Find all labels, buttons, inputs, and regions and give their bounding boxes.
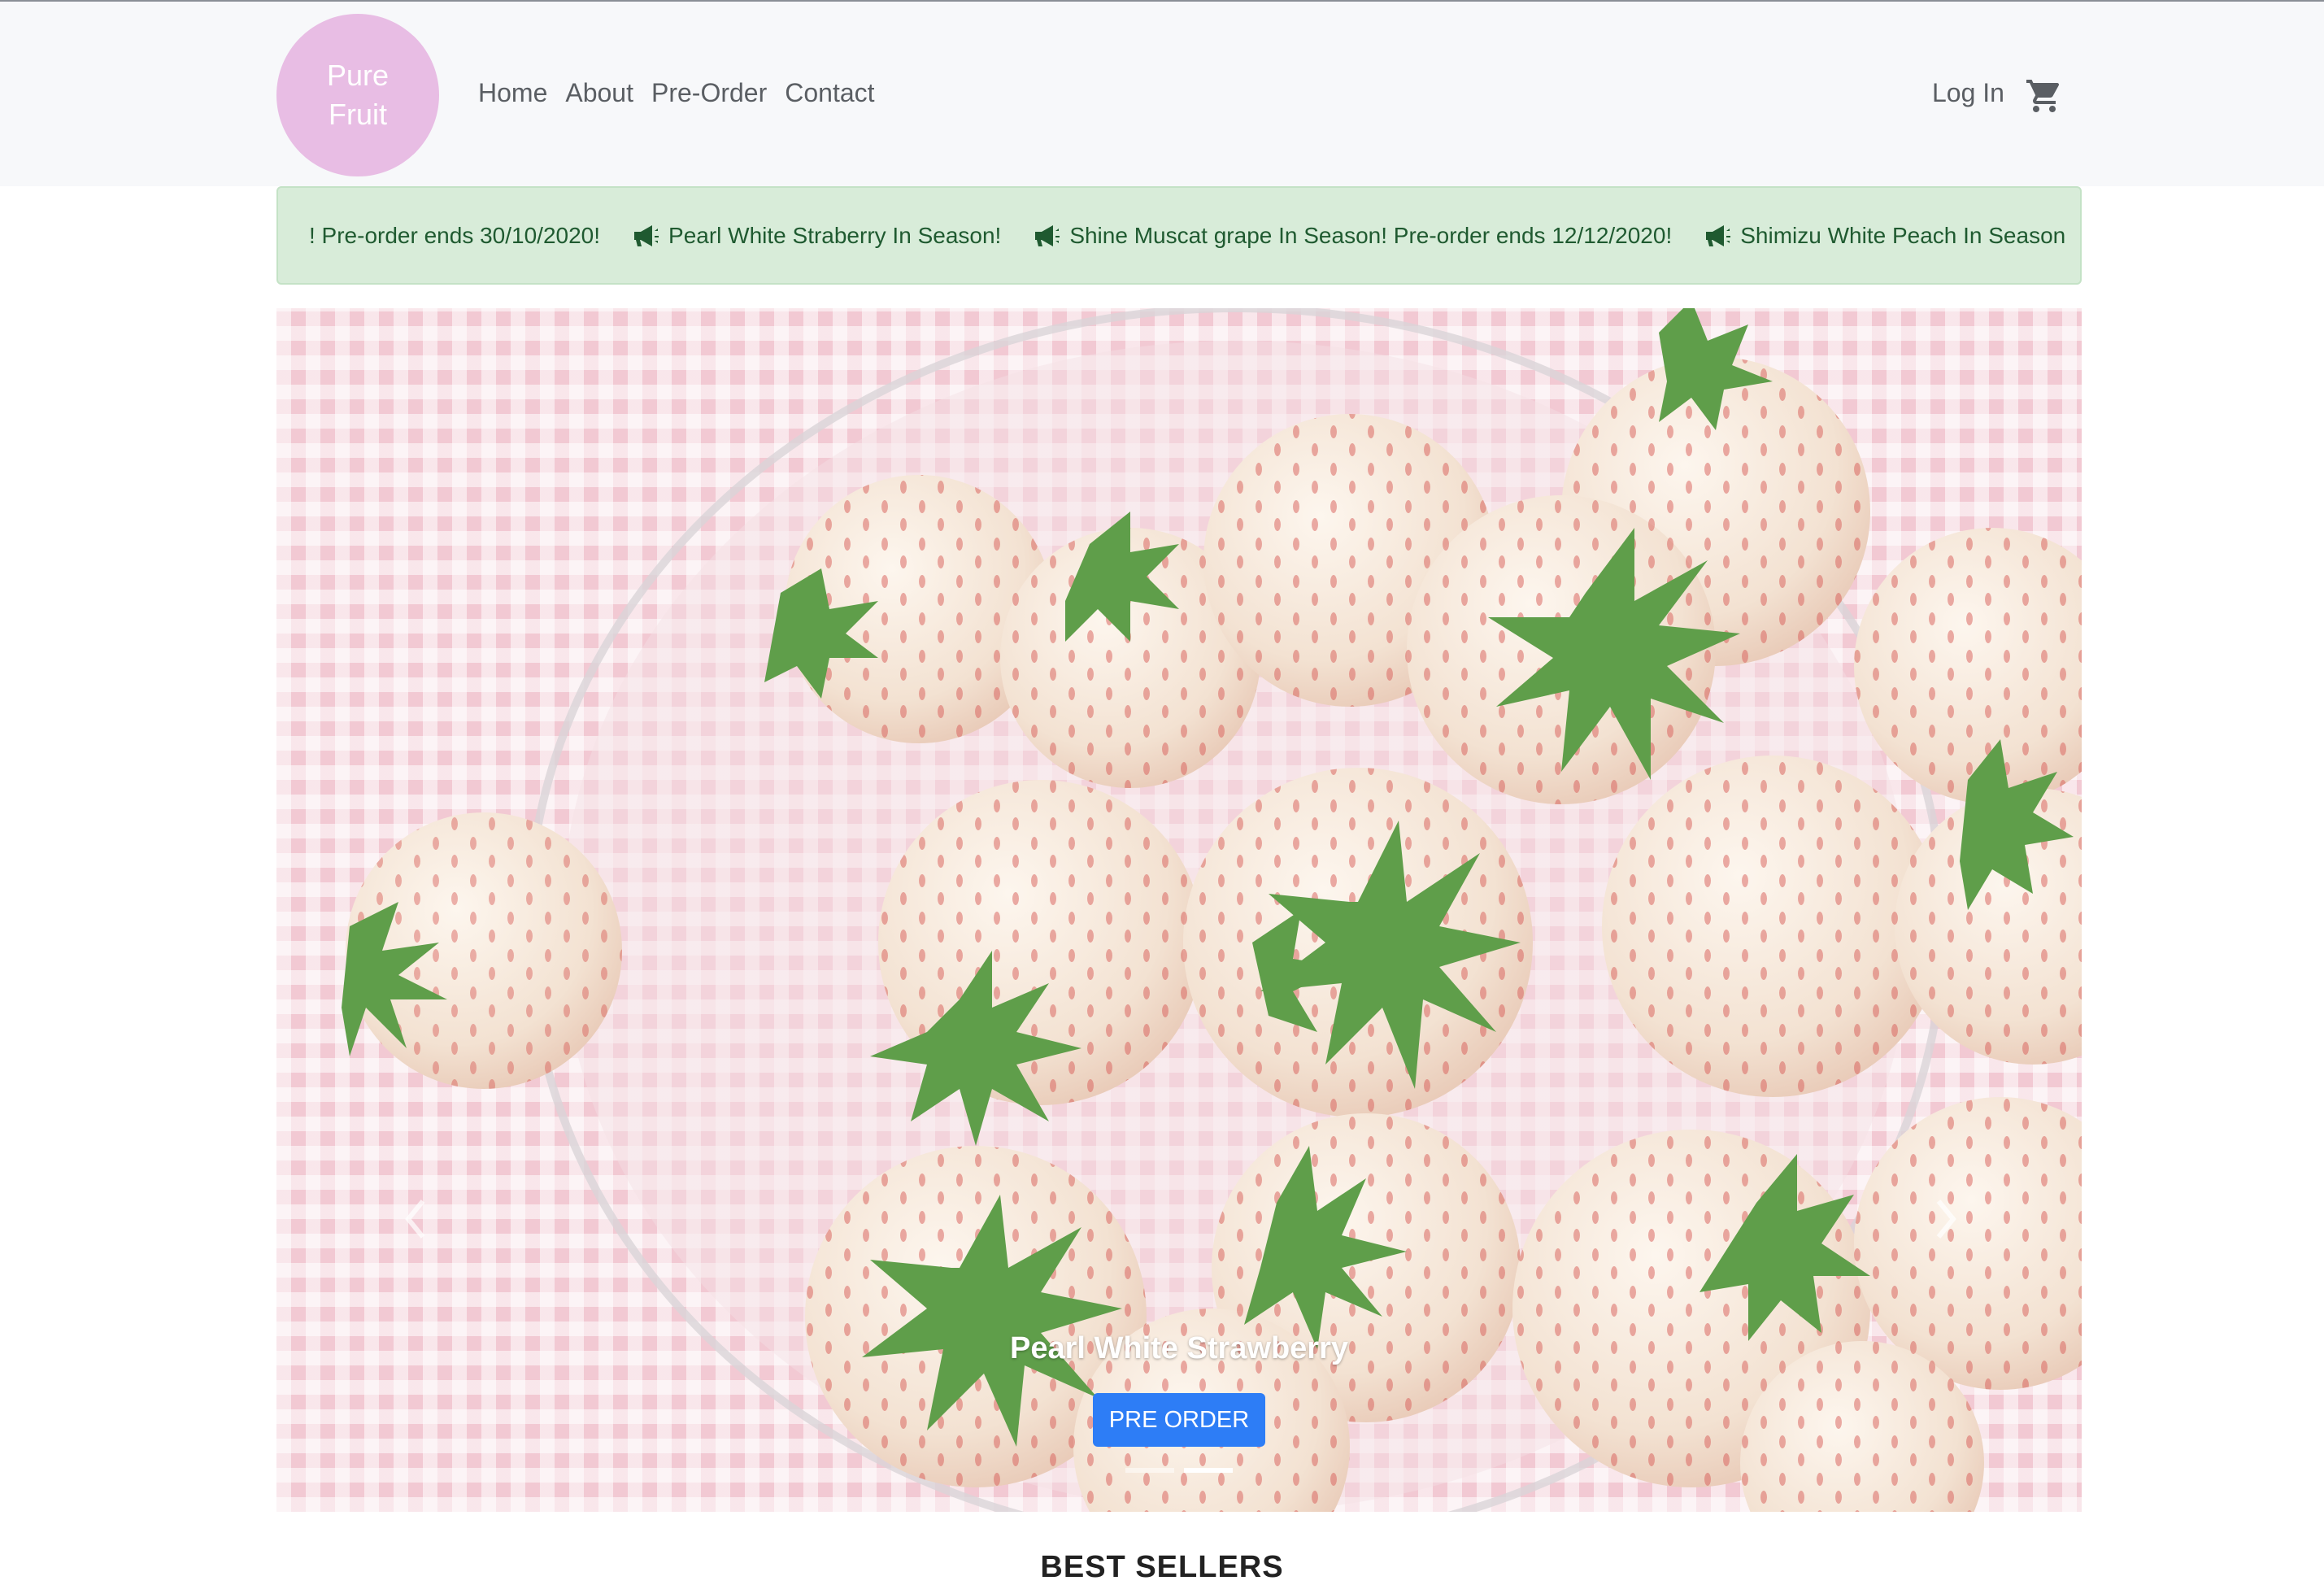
- carousel-prev-arrow[interactable]: [400, 1195, 433, 1243]
- ticker-item: ! Pre-order ends 30/10/2020!: [309, 223, 600, 249]
- ticker-text: Shimizu White Peach In Season: [1740, 222, 2066, 248]
- ticker-text: Shine Muscat grape In Season! Pre-order …: [1069, 222, 1673, 248]
- carousel-indicator-2[interactable]: [1184, 1468, 1233, 1473]
- login-link[interactable]: Log In: [1932, 78, 2004, 108]
- logo-line-2: Fruit: [329, 98, 387, 131]
- carousel-caption: Pearl White Strawberry: [1009, 1331, 1349, 1365]
- nav-contact-link[interactable]: Contact: [785, 78, 874, 108]
- megaphone-icon: [634, 224, 659, 246]
- logo[interactable]: Pure Fruit: [276, 14, 439, 176]
- carousel-indicators: [1125, 1468, 1233, 1473]
- cart-icon[interactable]: [2025, 76, 2064, 115]
- navbar: Pure Fruit Home About Pre-Order Contact …: [0, 0, 2324, 186]
- nav-about-link[interactable]: About: [565, 78, 633, 108]
- nav-links: Home About Pre-Order Contact: [478, 78, 875, 108]
- ticker-item: Shine Muscat grape In Season! Pre-order …: [1034, 223, 1672, 249]
- carousel-indicator-1[interactable]: [1125, 1468, 1174, 1473]
- best-sellers-heading: BEST SELLERS: [1040, 1550, 1284, 1584]
- ticker-item: Shimizu White Peach In Season: [1704, 223, 2065, 249]
- announcement-ticker: ! Pre-order ends 30/10/2020! Pearl White…: [276, 186, 2082, 285]
- hero-carousel: Pearl White Strawberry PRE ORDER: [276, 308, 2082, 1512]
- ticker-text: Pearl White Straberry In Season!: [668, 222, 1002, 248]
- pre-order-button[interactable]: PRE ORDER: [1093, 1393, 1265, 1447]
- nav-preorder-link[interactable]: Pre-Order: [651, 78, 767, 108]
- megaphone-icon: [1035, 224, 1060, 246]
- megaphone-icon: [1706, 224, 1731, 246]
- ticker-text: ! Pre-order ends 30/10/2020!: [309, 222, 601, 248]
- ticker-track: ! Pre-order ends 30/10/2020! Pearl White…: [309, 188, 2080, 283]
- ticker-item: Pearl White Straberry In Season!: [633, 223, 1001, 249]
- logo-line-1: Pure: [326, 59, 390, 92]
- nav-home-link[interactable]: Home: [478, 78, 547, 108]
- carousel-next-arrow[interactable]: [1929, 1195, 1961, 1243]
